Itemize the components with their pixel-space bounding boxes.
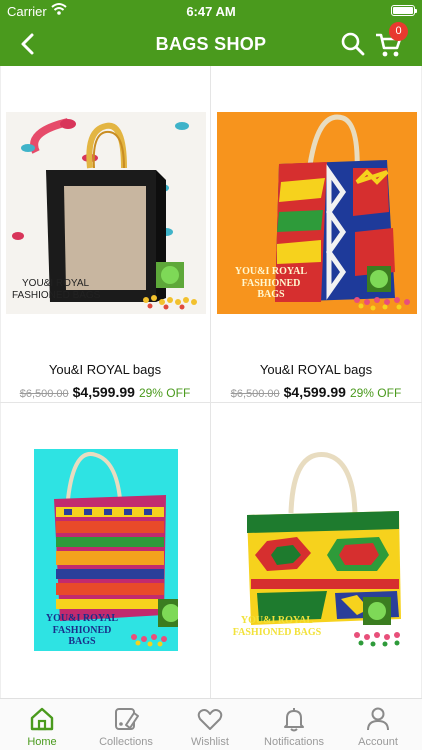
image-caption-line: FASHIONED BAGS bbox=[232, 626, 322, 638]
tab-wishlist[interactable]: Wishlist bbox=[168, 699, 252, 750]
status-bar: Carrier 6:47 AM bbox=[0, 0, 422, 22]
product-price-line: $6,500.00 $4,599.99 29% OFF bbox=[0, 384, 210, 400]
cart-count-badge: 0 bbox=[389, 22, 408, 41]
tab-collections[interactable]: Collections bbox=[84, 699, 168, 750]
sale-price: $4,599.99 bbox=[72, 384, 135, 400]
image-caption: YOU&I ROYAL FASHIONED BAGS bbox=[225, 615, 329, 638]
heart-icon bbox=[197, 709, 223, 730]
product-grid: YOU&I ROYAL FASHIONED BAGS You&I ROYAL b… bbox=[0, 66, 422, 698]
product-name: You&I ROYAL bags bbox=[259, 362, 373, 377]
home-icon bbox=[30, 707, 54, 731]
tab-label: Collections bbox=[99, 736, 153, 748]
image-caption: YOU&I ROYAL FASHIONED BAGS bbox=[12, 278, 100, 301]
tab-label: Account bbox=[358, 736, 398, 748]
person-icon bbox=[367, 707, 389, 731]
tab-label: Notifications bbox=[264, 736, 324, 748]
discount-label: 29% OFF bbox=[349, 386, 402, 400]
bell-icon bbox=[284, 708, 304, 732]
tab-account[interactable]: Account bbox=[336, 699, 420, 750]
original-price: $6,500.00 bbox=[19, 388, 69, 400]
image-caption-line: BAGS bbox=[68, 636, 96, 647]
sale-price: $4,599.99 bbox=[283, 384, 346, 400]
image-caption-line: YOU&I ROYAL bbox=[234, 266, 308, 277]
image-caption: YOU&I ROYAL FASHIONED BAGS bbox=[34, 613, 130, 648]
collections-icon bbox=[115, 708, 139, 730]
product-image[interactable]: YOU&I ROYAL FASHIONED BAGS bbox=[217, 449, 417, 651]
product-image[interactable]: YOU&I ROYAL FASHIONED BAGS bbox=[34, 449, 178, 651]
image-caption-line: YOU&I ROYAL bbox=[240, 615, 314, 626]
navigation-bar: BAGS SHOP 0 bbox=[0, 22, 422, 66]
app-bar: Carrier 6:47 AM BAGS SHOP 0 bbox=[0, 0, 422, 66]
product-image[interactable]: YOU&I ROYAL FASHIONED BAGS bbox=[217, 112, 417, 314]
battery-icon bbox=[391, 5, 417, 16]
tab-notifications[interactable]: Notifications bbox=[252, 699, 336, 750]
original-price: $6,500.00 bbox=[230, 388, 280, 400]
image-caption-line: YOU&I ROYAL bbox=[45, 613, 119, 624]
image-caption-line: YOU&I ROYAL bbox=[22, 278, 90, 289]
tab-home[interactable]: Home bbox=[0, 699, 84, 750]
product-card[interactable]: YOU&I ROYAL FASHIONED BAGS You&I ROYAL b… bbox=[211, 66, 421, 402]
product-image[interactable]: YOU&I ROYAL FASHIONED BAGS bbox=[6, 112, 206, 314]
clock: 6:47 AM bbox=[186, 4, 236, 19]
product-card[interactable]: YOU&I ROYAL FASHIONED BAGS bbox=[211, 403, 421, 698]
image-caption-line: BAGS bbox=[257, 289, 285, 300]
product-name: You&I ROYAL bags bbox=[48, 362, 162, 377]
product-card[interactable]: YOU&I ROYAL FASHIONED BAGS You&I ROYAL b… bbox=[0, 66, 210, 402]
image-caption-line: FASHIONED BAGS bbox=[12, 289, 101, 301]
discount-label: 29% OFF bbox=[138, 386, 191, 400]
image-caption-line: FASHIONED bbox=[52, 624, 112, 636]
product-price-line: $6,500.00 $4,599.99 29% OFF bbox=[211, 384, 421, 400]
image-caption-line: FASHIONED bbox=[241, 277, 301, 289]
image-caption: YOU&I ROYAL FASHIONED BAGS bbox=[223, 266, 319, 301]
tab-label: Home bbox=[27, 736, 57, 748]
search-icon[interactable] bbox=[340, 31, 366, 57]
tab-bar: Home Collections Wishlist Notifications … bbox=[0, 698, 422, 750]
product-card[interactable]: YOU&I ROYAL FASHIONED BAGS bbox=[0, 403, 210, 698]
tab-label: Wishlist bbox=[191, 736, 229, 748]
